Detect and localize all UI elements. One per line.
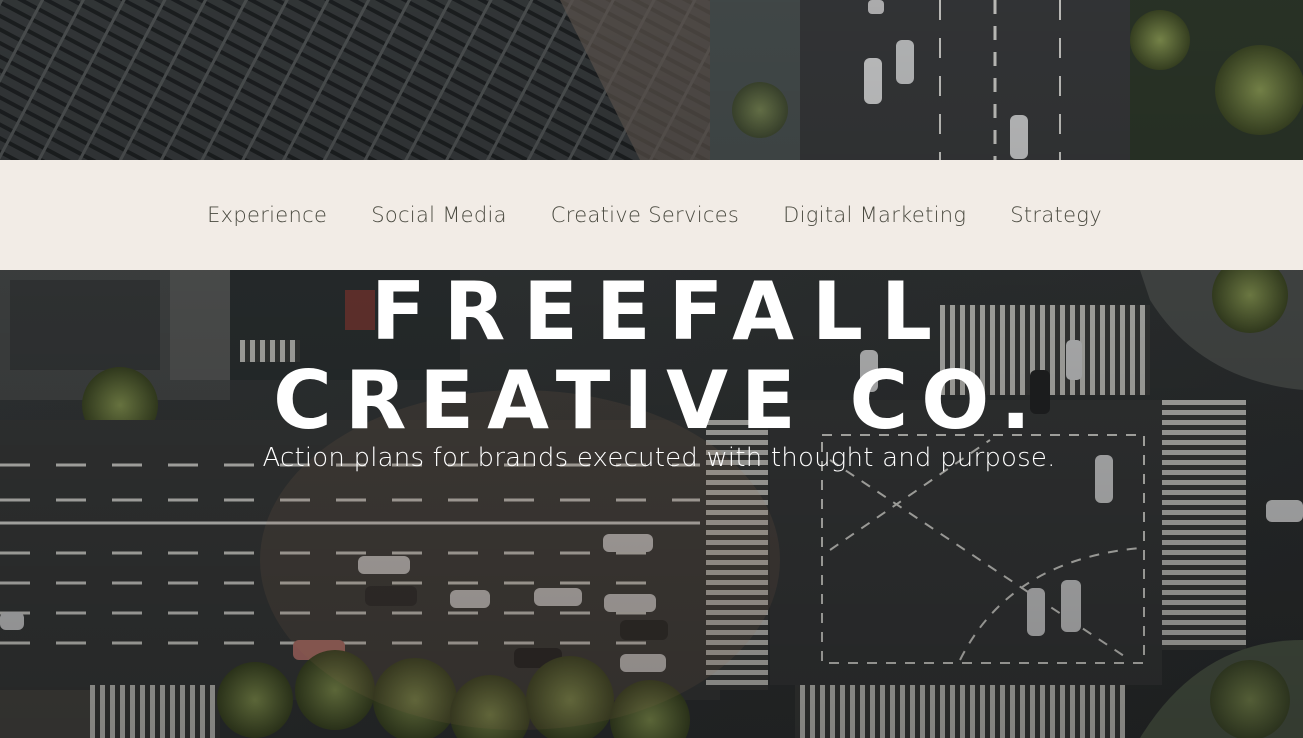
top-navigation-bar: Experience Social Media Creative Service… xyxy=(0,160,1303,270)
nav-menu: Experience Social Media Creative Service… xyxy=(179,203,1124,227)
nav-item-digital-marketing[interactable]: Digital Marketing xyxy=(761,203,988,227)
brand-title-line-2: CREATIVE CO. xyxy=(273,354,1044,447)
nav-item-social-media[interactable]: Social Media xyxy=(349,203,529,227)
nav-item-creative-services[interactable]: Creative Services xyxy=(529,203,761,227)
nav-item-experience[interactable]: Experience xyxy=(185,203,349,227)
brand-title-line-1: FREEFALL xyxy=(371,265,950,358)
nav-item-strategy[interactable]: Strategy xyxy=(988,203,1124,227)
hero-tagline: Action plans for brands executed with th… xyxy=(262,443,1056,473)
